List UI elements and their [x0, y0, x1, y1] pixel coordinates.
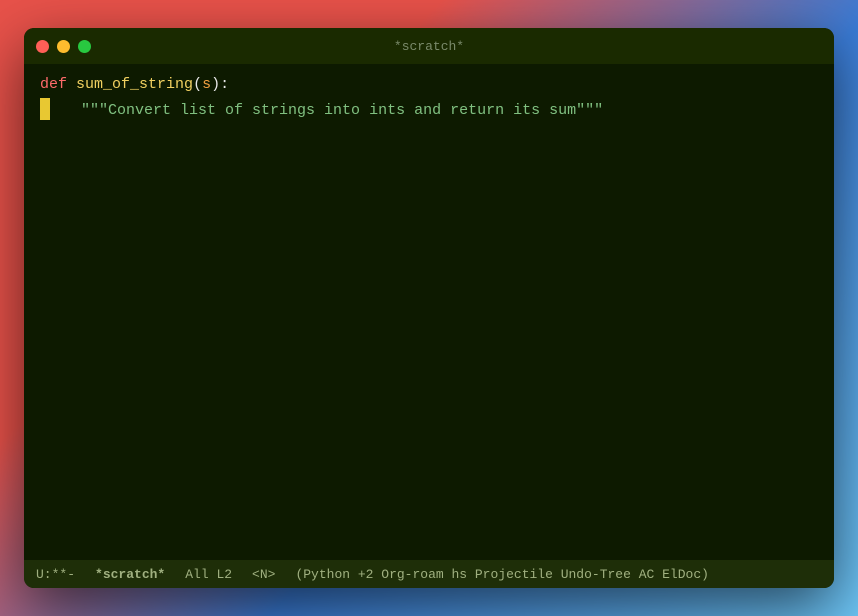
param-s: s [202, 72, 211, 98]
editor-window: *scratch* def sum_of_string ( s ): """Co… [24, 28, 834, 588]
status-buffer: *scratch* [95, 567, 165, 582]
window-title: *scratch* [394, 39, 464, 54]
function-name: sum_of_string [76, 72, 193, 98]
code-line-1: def sum_of_string ( s ): [24, 72, 834, 98]
code-line-2: """Convert list of strings into ints and… [24, 98, 834, 124]
paren-open: ( [193, 72, 202, 98]
status-narrowing: <N> [252, 567, 275, 582]
docstring: """Convert list of strings into ints and… [81, 98, 603, 124]
minimize-button[interactable] [57, 40, 70, 53]
status-position: All L2 [185, 567, 232, 582]
titlebar: *scratch* [24, 28, 834, 64]
space-1 [67, 72, 76, 98]
keyword-def: def [40, 72, 67, 98]
status-modes: (Python +2 Org-roam hs Projectile Undo-T… [295, 567, 708, 582]
cursor [40, 98, 50, 120]
indent-spaces [54, 98, 81, 124]
editor-area[interactable]: def sum_of_string ( s ): """Convert list… [24, 64, 834, 560]
status-mode: U:**- [36, 567, 75, 582]
close-button[interactable] [36, 40, 49, 53]
maximize-button[interactable] [78, 40, 91, 53]
paren-close: ): [211, 72, 229, 98]
traffic-lights [36, 40, 91, 53]
statusbar: U:**- *scratch* All L2 <N> (Python +2 Or… [24, 560, 834, 588]
